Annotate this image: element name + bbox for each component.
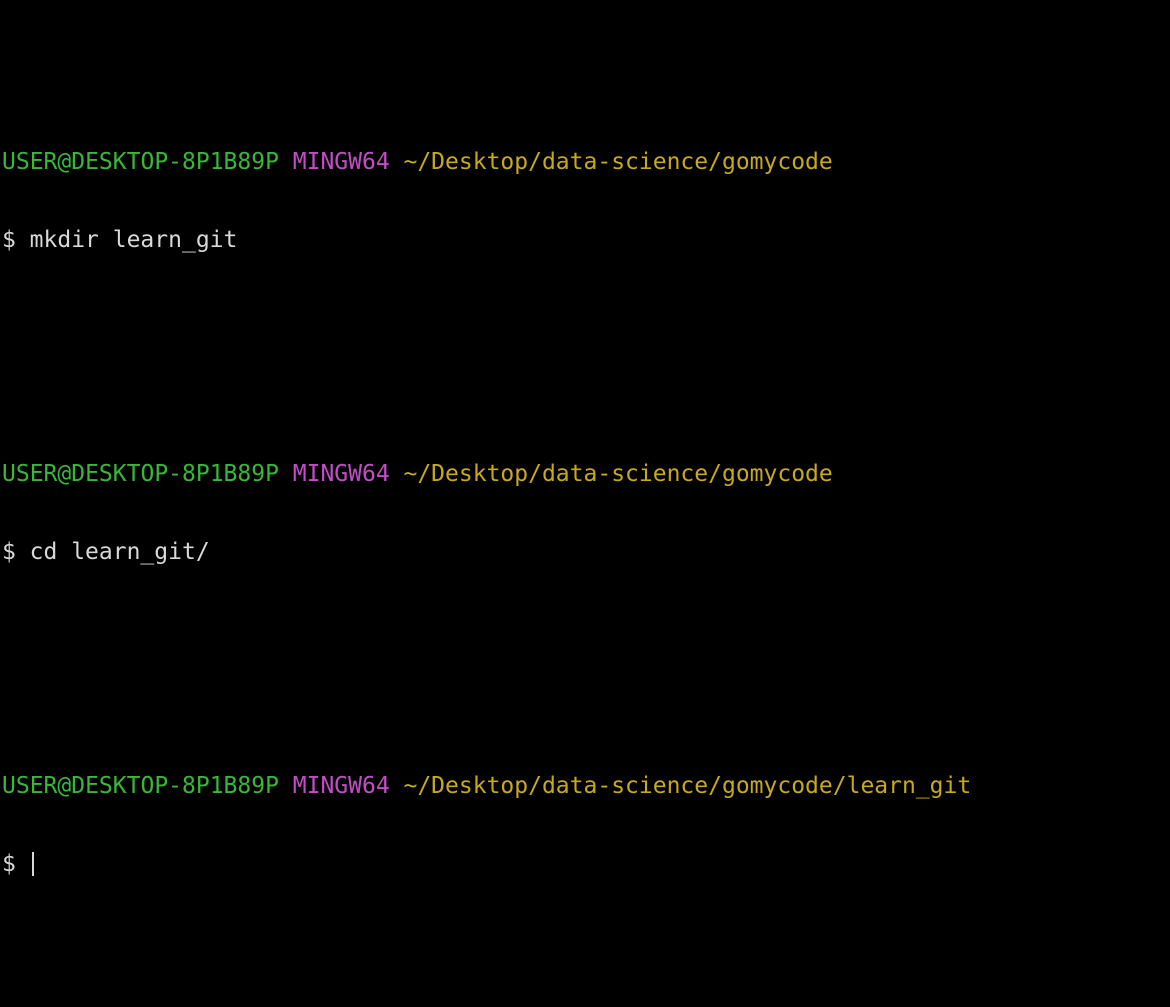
text-cursor [31, 852, 34, 876]
prompt-symbol: $ [2, 539, 16, 565]
system-label: MINGW64 [292, 773, 390, 799]
active-command-line[interactable]: $ [2, 851, 1162, 877]
user-host: USER@DESKTOP-8P1B89P [2, 773, 279, 799]
prompt-symbol: $ [2, 851, 16, 877]
system-label: MINGW64 [292, 461, 390, 487]
prompt-header: USER@DESKTOP-8P1B89P MINGW64 ~/Desktop/dat… [2, 149, 1162, 175]
prompt-block-1: USER@DESKTOP-8P1B89P MINGW64 ~/Desktop/dat… [2, 97, 1162, 305]
current-path: ~/Desktop/data-science/gomycode [403, 149, 833, 175]
prompt-symbol: $ [2, 227, 16, 253]
terminal-output[interactable]: USER@DESKTOP-8P1B89P MINGW64 ~/Desktop/dat… [2, 19, 1162, 1007]
command-line: $ mkdir learn_git [2, 227, 1162, 253]
system-label: MINGW64 [292, 149, 390, 175]
prompt-header: USER@DESKTOP-8P1B89P MINGW64 ~/Desktop/dat… [2, 461, 1162, 487]
command-text: mkdir learn_git [29, 227, 238, 253]
current-path: ~/Desktop/data-science/gomycode/learn_gi… [403, 773, 972, 799]
current-path: ~/Desktop/data-science/gomycode [403, 461, 833, 487]
command-line: $ cd learn_git/ [2, 539, 1162, 565]
terminal-window[interactable]: { "colors": { "background": "#000000", "… [0, 0, 1170, 877]
command-text: cd learn_git/ [29, 539, 210, 565]
user-host: USER@DESKTOP-8P1B89P [2, 149, 279, 175]
prompt-block-2: USER@DESKTOP-8P1B89P MINGW64 ~/Desktop/dat… [2, 409, 1162, 617]
user-host: USER@DESKTOP-8P1B89P [2, 461, 279, 487]
prompt-header: USER@DESKTOP-8P1B89P MINGW64 ~/Desktop/dat… [2, 773, 1162, 799]
prompt-block-3: USER@DESKTOP-8P1B89P MINGW64 ~/Desktop/dat… [2, 721, 1162, 929]
